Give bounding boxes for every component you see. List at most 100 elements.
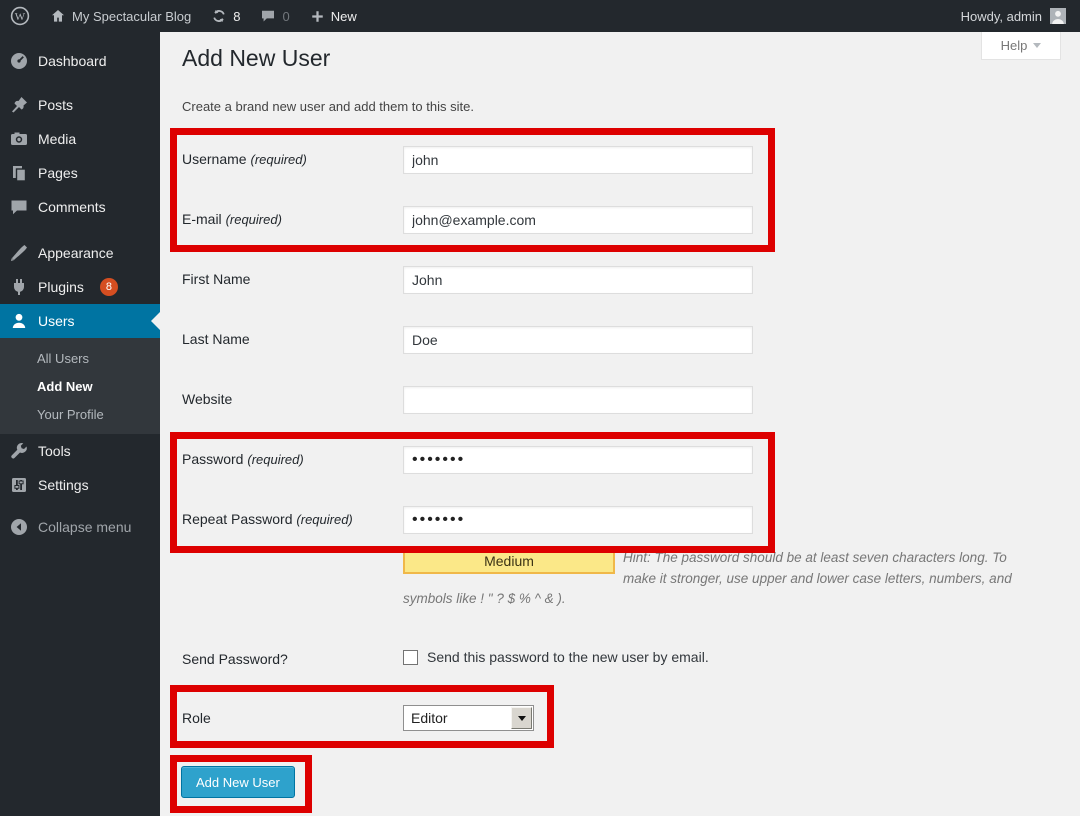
site-name: My Spectacular Blog <box>72 9 191 24</box>
menu-separator <box>0 502 160 510</box>
help-tab[interactable]: Help <box>981 32 1061 60</box>
plugin-icon <box>9 277 29 297</box>
role-selected-value: Editor <box>404 710 510 726</box>
admin-bar: W My Spectacular Blog 8 0 <box>0 0 1080 32</box>
users-submenu: All Users Add New Your Profile <box>0 338 160 434</box>
pushpin-icon <box>9 95 29 115</box>
repeat-password-input[interactable] <box>403 506 753 534</box>
required-marker: (required) <box>296 512 352 527</box>
email-label: E-mail (required) <box>182 211 282 227</box>
required-marker: (required) <box>247 452 303 467</box>
site-name-link[interactable]: My Spectacular Blog <box>40 0 201 32</box>
camera-icon <box>9 129 29 149</box>
password-strength-meter: Medium <box>403 548 615 574</box>
send-password-checkbox-label: Send this password to the new user by em… <box>427 649 709 665</box>
sidebar-label: Tools <box>38 443 71 459</box>
help-label: Help <box>1001 38 1028 53</box>
comments-link[interactable]: 0 <box>250 0 299 32</box>
menu-separator <box>0 224 160 236</box>
wrench-icon <box>9 441 29 461</box>
email-label-text: E-mail <box>182 211 222 227</box>
add-new-user-button[interactable]: Add New User <box>181 766 295 798</box>
sidebar-label: Users <box>38 313 75 329</box>
sidebar-item-dashboard[interactable]: Dashboard <box>0 44 160 78</box>
repeat-password-label: Repeat Password (required) <box>182 511 353 527</box>
user-icon <box>9 311 29 331</box>
username-input[interactable] <box>403 146 753 174</box>
active-menu-arrow <box>151 312 160 330</box>
sidebar-item-plugins[interactable]: Plugins 8 <box>0 270 160 304</box>
first-name-label: First Name <box>182 271 250 287</box>
username-label-text: Username <box>182 151 247 167</box>
sidebar-label: Posts <box>38 97 73 113</box>
wordpress-admin-screen: W My Spectacular Blog 8 0 <box>0 0 1080 816</box>
role-select[interactable]: Editor <box>403 705 534 731</box>
avatar <box>1050 8 1066 24</box>
new-label: New <box>331 9 357 24</box>
username-label: Username (required) <box>182 151 307 167</box>
sidebar-item-tools[interactable]: Tools <box>0 434 160 468</box>
sliders-icon <box>9 475 29 495</box>
sidebar-label: Dashboard <box>38 53 107 69</box>
account-menu[interactable]: Howdy, admin <box>947 8 1080 24</box>
sidebar-label: Appearance <box>38 245 114 261</box>
howdy-text: Howdy, admin <box>961 9 1042 24</box>
sidebar-item-appearance[interactable]: Appearance <box>0 236 160 270</box>
sidebar-label: Settings <box>38 477 89 493</box>
last-name-label: Last Name <box>182 331 250 347</box>
website-label: Website <box>182 391 232 407</box>
admin-sidebar: Dashboard Posts Media Pages <box>0 32 160 816</box>
sidebar-label: Pages <box>38 165 78 181</box>
first-name-input[interactable] <box>403 266 753 294</box>
new-content-link[interactable]: New <box>300 0 367 32</box>
wordpress-logo-icon: W <box>10 6 30 26</box>
collapse-icon <box>9 517 29 537</box>
comment-count: 0 <box>282 9 289 24</box>
required-marker: (required) <box>250 152 306 167</box>
collapse-menu-button[interactable]: Collapse menu <box>0 510 160 544</box>
page-title: Add New User <box>182 45 330 72</box>
menu-separator <box>0 78 160 88</box>
sidebar-item-comments[interactable]: Comments <box>0 190 160 224</box>
sidebar-item-posts[interactable]: Posts <box>0 88 160 122</box>
password-label-text: Password <box>182 451 243 467</box>
paintbrush-icon <box>9 243 29 263</box>
chevron-down-icon <box>1033 43 1041 48</box>
comment-bubble-icon <box>260 8 276 24</box>
password-strength-section: Medium Hint: The password should be at l… <box>403 548 1031 610</box>
updates-icon <box>211 8 227 24</box>
sidebar-item-users[interactable]: Users <box>0 304 160 338</box>
sidebar-label: Comments <box>38 199 106 215</box>
password-input[interactable] <box>403 446 753 474</box>
chevron-down-icon <box>518 716 526 721</box>
send-password-checkbox[interactable] <box>403 650 418 665</box>
last-name-input[interactable] <box>403 326 753 354</box>
home-icon <box>50 8 66 24</box>
website-input[interactable] <box>403 386 753 414</box>
sidebar-item-pages[interactable]: Pages <box>0 156 160 190</box>
updates-link[interactable]: 8 <box>201 0 250 32</box>
wordpress-menu[interactable]: W <box>0 0 40 32</box>
role-label: Role <box>182 710 211 726</box>
plus-icon <box>310 9 325 24</box>
sidebar-item-media[interactable]: Media <box>0 122 160 156</box>
repeat-password-label-text: Repeat Password <box>182 511 293 527</box>
submenu-item-all-users[interactable]: All Users <box>0 344 160 372</box>
plugins-update-badge: 8 <box>100 278 118 296</box>
submenu-item-your-profile[interactable]: Your Profile <box>0 400 160 428</box>
comments-icon <box>9 197 29 217</box>
dashboard-icon <box>9 51 29 71</box>
password-label: Password (required) <box>182 451 304 467</box>
sidebar-item-settings[interactable]: Settings <box>0 468 160 502</box>
submenu-item-add-new[interactable]: Add New <box>0 372 160 400</box>
required-marker: (required) <box>226 212 282 227</box>
sidebar-label: Plugins <box>38 279 84 295</box>
svg-text:W: W <box>15 11 26 23</box>
page-subtitle: Create a brand new user and add them to … <box>182 99 474 114</box>
sidebar-label: Collapse menu <box>38 519 131 535</box>
sidebar-label: Media <box>38 131 76 147</box>
send-password-label: Send Password? <box>182 651 288 667</box>
email-input[interactable] <box>403 206 753 234</box>
update-count: 8 <box>233 9 240 24</box>
select-dropdown-button[interactable] <box>511 707 532 729</box>
